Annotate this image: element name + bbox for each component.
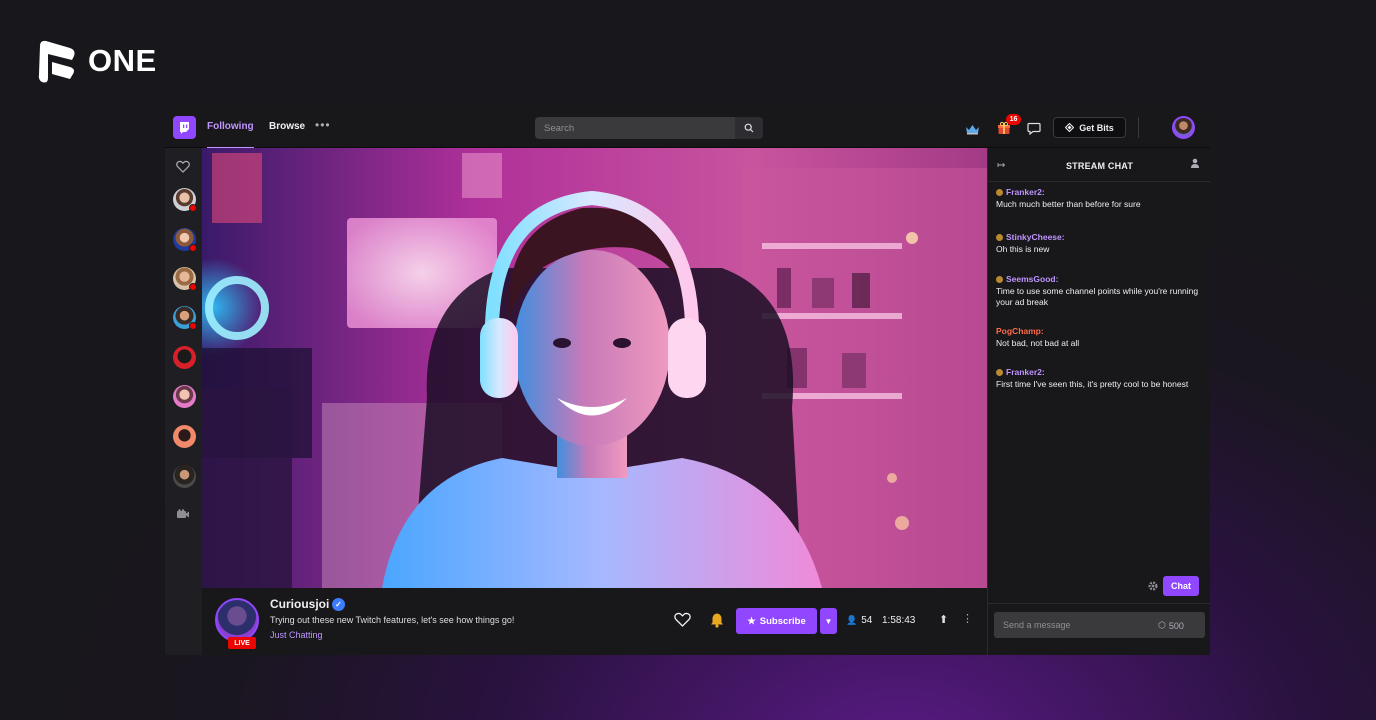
stream-title: Trying out these new Twitch features, le… <box>270 615 515 625</box>
followed-channels-sidebar <box>165 148 202 655</box>
stream-video-frame <box>202 148 987 588</box>
chat-username-text: Franker2: <box>1006 187 1045 197</box>
stream-chat-panel: ↦ STREAM CHAT Franker2: Much much better… <box>987 148 1210 655</box>
chat-bubble-icon <box>1027 122 1041 135</box>
live-badge: LIVE <box>228 637 256 649</box>
more-menu-icon[interactable]: ••• <box>315 118 331 132</box>
get-bits-button[interactable]: Get Bits <box>1053 117 1126 138</box>
sidebar-channel-avatar[interactable] <box>173 346 196 369</box>
top-nav: Following Browse ••• Search 16 Get Bits <box>165 108 1210 149</box>
video-player[interactable] <box>202 148 987 588</box>
channel-points-value: 500 <box>1168 620 1184 631</box>
notification-bell-icon[interactable] <box>709 612 725 628</box>
gift-count-badge: 16 <box>1006 114 1021 125</box>
viewer-count: 👤 54 <box>846 615 872 626</box>
sidebar-channel-avatar[interactable] <box>173 425 196 448</box>
chat-message-text: First time I've seen this, it's pretty c… <box>996 379 1189 389</box>
video-camera-icon[interactable] <box>176 509 190 519</box>
nav-divider <box>1138 117 1139 138</box>
chat-username-text: Franker2: <box>1006 367 1045 377</box>
whispers-button[interactable] <box>1025 119 1043 137</box>
more-options-icon[interactable]: ⋮ <box>962 612 973 625</box>
sidebar-channel-avatar[interactable] <box>173 385 196 408</box>
chat-message: Franker2: Much much better than before f… <box>996 187 1204 210</box>
chat-username-text: PogChamp: <box>996 326 1044 336</box>
twitch-glitch-icon <box>180 121 189 134</box>
sidebar-channel-avatar[interactable] <box>173 267 197 291</box>
search-bar <box>535 117 763 139</box>
stream-category-link[interactable]: Just Chatting <box>270 630 323 640</box>
star-icon: ★ <box>747 615 756 627</box>
twitch-logo-button[interactable] <box>173 116 196 139</box>
subscribe-label: Subscribe <box>759 615 806 627</box>
subscriber-badge-icon <box>996 188 1003 196</box>
twitch-app-window: Following Browse ••• Search 16 Get Bits … <box>165 108 1210 655</box>
follow-heart-icon[interactable] <box>674 612 691 627</box>
brand-name: ONE <box>88 43 157 78</box>
channel-points[interactable]: ⬡ 500 <box>1158 620 1184 631</box>
subscriber-badge-icon <box>996 368 1003 376</box>
search-icon <box>744 123 754 133</box>
community-users-icon[interactable] <box>1190 158 1200 168</box>
chat-username[interactable]: PogChamp: <box>996 326 1204 336</box>
brand-logo: ONE <box>36 38 157 84</box>
chat-message-text: Oh this is new <box>996 244 1050 254</box>
chat-settings-gear-icon[interactable] <box>1147 580 1159 592</box>
nav-browse-tab[interactable]: Browse <box>269 121 305 132</box>
live-indicator <box>189 244 197 252</box>
search-button[interactable] <box>735 117 763 139</box>
sidebar-channel-avatar[interactable] <box>173 228 197 252</box>
chat-message-text: Time to use some channel points while yo… <box>996 286 1199 307</box>
sidebar-channel-avatar[interactable] <box>173 188 197 212</box>
live-indicator <box>189 204 197 212</box>
chat-username[interactable]: StinkyCheese: <box>996 232 1204 242</box>
chat-message-text: Not bad, not bad at all <box>996 338 1080 348</box>
stream-info-bar: LIVE Curiousjoi ✓ Trying out these new T… <box>202 588 987 655</box>
person-icon: 👤 <box>846 615 858 625</box>
chat-username[interactable]: SeemsGood: <box>996 274 1204 284</box>
chat-message: StinkyCheese: Oh this is new <box>996 232 1204 255</box>
subscribe-dropdown-button[interactable]: ▼ <box>820 608 837 634</box>
chat-message: PogChamp: Not bad, not bad at all <box>996 326 1204 349</box>
sidebar-channel-avatar[interactable] <box>173 306 197 330</box>
crown-inbox-icon <box>965 125 979 135</box>
chat-send-button[interactable]: Chat <box>1163 576 1199 596</box>
prime-loot-button[interactable] <box>963 119 981 137</box>
search-input[interactable] <box>535 117 735 139</box>
chat-message: SeemsGood: Time to use some channel poin… <box>996 274 1204 308</box>
chevron-down-icon: ▼ <box>824 616 833 626</box>
one-logo-icon <box>38 40 75 83</box>
chat-input-bar: ⬡ 500 <box>988 603 1210 655</box>
bits-diamond-icon <box>1065 123 1075 132</box>
viewer-count-value: 54 <box>861 615 873 626</box>
user-avatar[interactable] <box>1172 116 1195 139</box>
followed-heart-icon[interactable] <box>176 160 190 173</box>
share-icon[interactable]: ⬆ <box>939 613 948 626</box>
live-indicator <box>189 322 197 330</box>
subscriber-badge-icon <box>996 233 1003 241</box>
chat-username[interactable]: Franker2: <box>996 367 1204 377</box>
chat-message: Franker2: First time I've seen this, it'… <box>996 367 1204 390</box>
live-indicator <box>189 283 197 291</box>
subscribe-button[interactable]: ★ Subscribe <box>736 608 817 634</box>
chat-username[interactable]: Franker2: <box>996 187 1204 197</box>
verified-check-icon: ✓ <box>332 598 345 611</box>
channel-points-icon: ⬡ <box>1158 620 1166 630</box>
chat-username-text: StinkyCheese: <box>1006 232 1065 242</box>
channel-avatar[interactable] <box>215 598 259 642</box>
get-bits-label: Get Bits <box>1079 122 1114 133</box>
chat-header: ↦ STREAM CHAT <box>988 148 1210 182</box>
stream-uptime: 1:58:43 <box>882 615 916 626</box>
chat-message-text: Much much better than before for sure <box>996 199 1141 209</box>
chat-username-text: SeemsGood: <box>1006 274 1059 284</box>
channel-name[interactable]: Curiousjoi <box>270 597 329 611</box>
nav-following-tab[interactable]: Following <box>207 121 254 149</box>
subscriber-badge-icon <box>996 275 1003 283</box>
sidebar-channel-avatar[interactable] <box>173 465 196 488</box>
chat-title: STREAM CHAT <box>1065 161 1134 171</box>
